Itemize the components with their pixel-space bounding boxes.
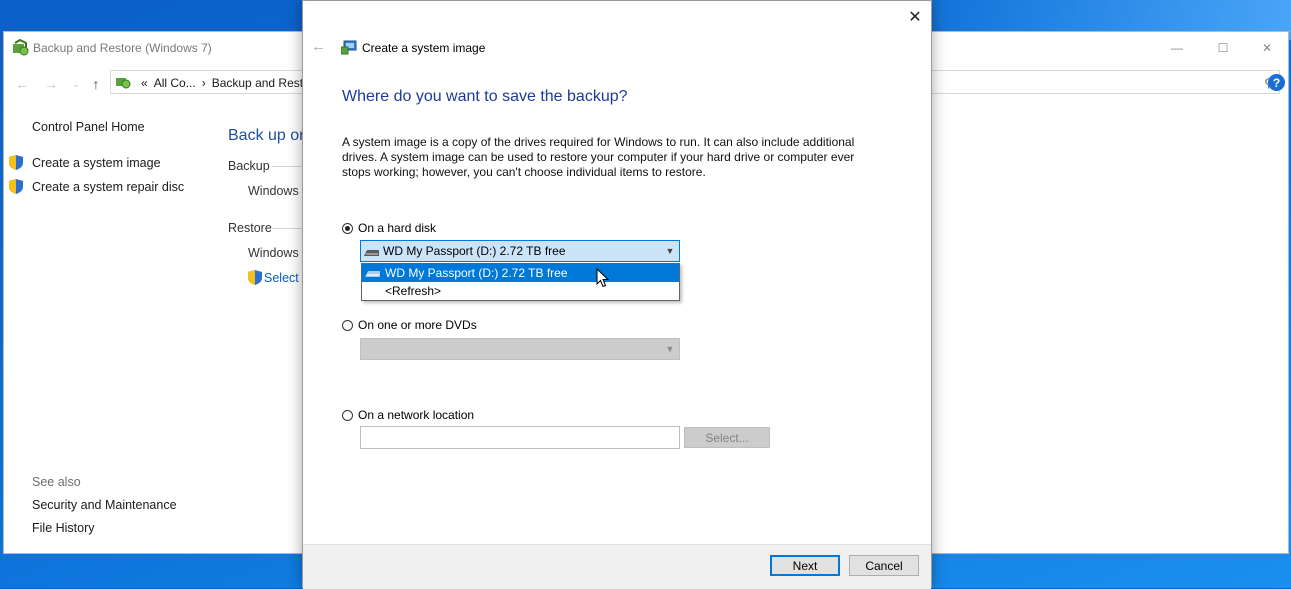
dvd-radio[interactable] bbox=[342, 319, 353, 331]
dropdown-item-label: WD My Passport (D:) 2.72 TB free bbox=[385, 266, 568, 280]
control-panel-icon bbox=[116, 78, 131, 89]
see-also-heading: See also bbox=[32, 475, 81, 489]
hard-disk-radio-option[interactable]: On a hard disk bbox=[342, 221, 436, 235]
dropdown-item-wd-passport[interactable]: WD My Passport (D:) 2.72 TB free bbox=[362, 264, 679, 282]
dropdown-item-refresh[interactable]: <Refresh> bbox=[362, 282, 679, 300]
dialog-close-icon[interactable]: ✕ bbox=[899, 1, 931, 33]
dialog-footer: Next Cancel bbox=[303, 544, 931, 589]
dialog-title: Create a system image bbox=[362, 41, 486, 55]
breadcrumb-separator: › bbox=[201, 76, 206, 90]
help-icon[interactable]: ? bbox=[1268, 74, 1285, 91]
section-divider bbox=[272, 166, 302, 167]
recent-locations-chevron-icon[interactable]: ⌄ bbox=[67, 75, 85, 93]
uac-shield-icon bbox=[9, 179, 23, 194]
create-system-repair-disc-link[interactable]: Create a system repair disc bbox=[32, 180, 184, 194]
breadcrumb-overflow[interactable]: « bbox=[141, 76, 148, 90]
dialog-heading: Where do you want to save the backup? bbox=[342, 88, 628, 105]
backup-restore-app-icon bbox=[13, 39, 29, 56]
back-arrow-icon[interactable]: ← bbox=[13, 75, 31, 93]
dvd-radio-label[interactable]: On one or more DVDs bbox=[358, 318, 477, 332]
network-radio-label[interactable]: On a network location bbox=[358, 408, 474, 422]
backup-section-label: Backup bbox=[228, 159, 270, 173]
hard-disk-radio[interactable] bbox=[342, 222, 353, 234]
chevron-down-icon[interactable]: ▼ bbox=[661, 246, 679, 256]
system-image-app-icon bbox=[341, 40, 357, 55]
main-heading: Back up or bbox=[228, 127, 305, 144]
back-arrow-icon[interactable]: ← bbox=[311, 38, 326, 55]
hard-disk-radio-label[interactable]: On a hard disk bbox=[358, 221, 436, 235]
breadcrumb-all-control-panel[interactable]: All Co... bbox=[154, 76, 196, 90]
hard-disk-dropdown[interactable]: WD My Passport (D:) 2.72 TB free ▼ bbox=[360, 240, 680, 262]
network-location-input bbox=[360, 426, 680, 449]
minimize-button[interactable]: — bbox=[1154, 32, 1200, 64]
create-system-image-dialog: ✕ ← Create a system image Where do you w… bbox=[302, 0, 932, 589]
network-radio-option[interactable]: On a network location bbox=[342, 408, 474, 422]
forward-arrow-icon[interactable]: → bbox=[42, 75, 60, 93]
restore-section-label: Restore bbox=[228, 221, 272, 235]
window-title: Backup and Restore (Windows 7) bbox=[33, 41, 212, 55]
up-arrow-icon[interactable]: ↑ bbox=[87, 75, 105, 93]
drive-icon bbox=[365, 271, 380, 277]
mouse-pointer-icon bbox=[596, 268, 610, 288]
section-divider bbox=[272, 228, 302, 229]
create-system-image-link[interactable]: Create a system image bbox=[32, 156, 161, 170]
next-button[interactable]: Next bbox=[770, 555, 840, 576]
network-radio[interactable] bbox=[342, 409, 353, 421]
uac-shield-icon bbox=[248, 270, 262, 285]
hard-disk-selected-value: WD My Passport (D:) 2.72 TB free bbox=[383, 244, 566, 258]
dvd-dropdown: ▼ bbox=[360, 338, 680, 360]
chevron-down-icon: ▼ bbox=[665, 344, 675, 354]
dialog-description: A system image is a copy of the drives r… bbox=[342, 135, 855, 179]
maximize-button[interactable]: ☐ bbox=[1200, 32, 1246, 64]
restore-status-text: Windows c bbox=[248, 246, 309, 260]
file-history-link[interactable]: File History bbox=[32, 521, 95, 535]
security-maintenance-link[interactable]: Security and Maintenance bbox=[32, 498, 177, 512]
drive-icon bbox=[364, 250, 379, 256]
control-panel-home-link[interactable]: Control Panel Home bbox=[32, 120, 145, 134]
uac-shield-icon bbox=[9, 155, 23, 170]
hard-disk-dropdown-list: WD My Passport (D:) 2.72 TB free <Refres… bbox=[361, 263, 680, 301]
cancel-button[interactable]: Cancel bbox=[849, 555, 919, 576]
breadcrumb: « All Co... › Backup and Resto bbox=[141, 76, 310, 90]
breadcrumb-backup-restore[interactable]: Backup and Resto bbox=[212, 76, 310, 90]
dvd-radio-option[interactable]: On one or more DVDs bbox=[342, 318, 477, 332]
dropdown-item-label: <Refresh> bbox=[385, 284, 442, 298]
select-network-button: Select... bbox=[684, 427, 770, 448]
close-button[interactable]: ✕ bbox=[1244, 32, 1290, 64]
